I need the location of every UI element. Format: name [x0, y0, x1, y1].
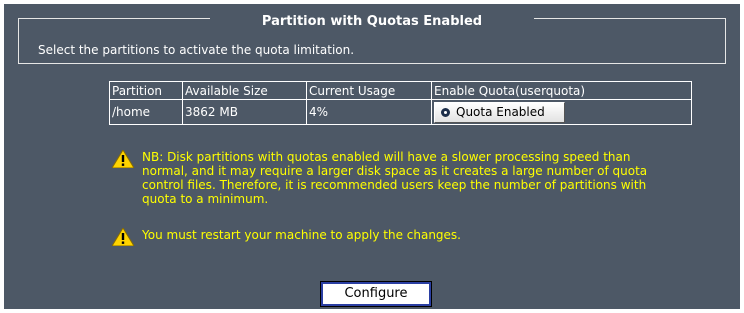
cell-partition: /home — [109, 99, 183, 125]
header-partition: Partition — [109, 81, 183, 100]
header-current-usage: Current Usage — [306, 81, 432, 100]
header-enable-quota: Enable Quota(userquota) — [431, 81, 692, 100]
section-description: Select the partitions to activate the qu… — [38, 43, 355, 57]
configure-button[interactable]: Configure — [320, 281, 432, 307]
section-title-wrap: Partition with Quotas Enabled — [4, 10, 740, 30]
partition-table: Partition Available Size Current Usage E… — [109, 81, 692, 125]
section-title: Partition with Quotas Enabled — [209, 14, 535, 30]
table-header-row: Partition Available Size Current Usage E… — [109, 81, 692, 100]
quota-panel: Partition with Quotas Enabled Select the… — [4, 4, 740, 309]
quota-enabled-button[interactable]: Quota Enabled — [434, 101, 565, 123]
cell-current-usage: 4% — [306, 99, 432, 125]
warning-icon — [112, 228, 134, 246]
nb-warning-text: NB: Disk partitions with quotas enabled … — [142, 150, 648, 206]
cell-enable-quota: Quota Enabled — [431, 99, 692, 125]
restart-warning-text: You must restart your machine to apply t… — [142, 228, 461, 242]
cell-available-size: 3862 MB — [182, 99, 307, 125]
radio-selected-icon — [441, 107, 450, 117]
header-available-size: Available Size — [182, 81, 307, 100]
warning-icon — [112, 150, 134, 168]
table-row: /home 3862 MB 4% Quota Enabled — [109, 99, 692, 125]
quota-enabled-label: Quota Enabled — [456, 105, 545, 119]
